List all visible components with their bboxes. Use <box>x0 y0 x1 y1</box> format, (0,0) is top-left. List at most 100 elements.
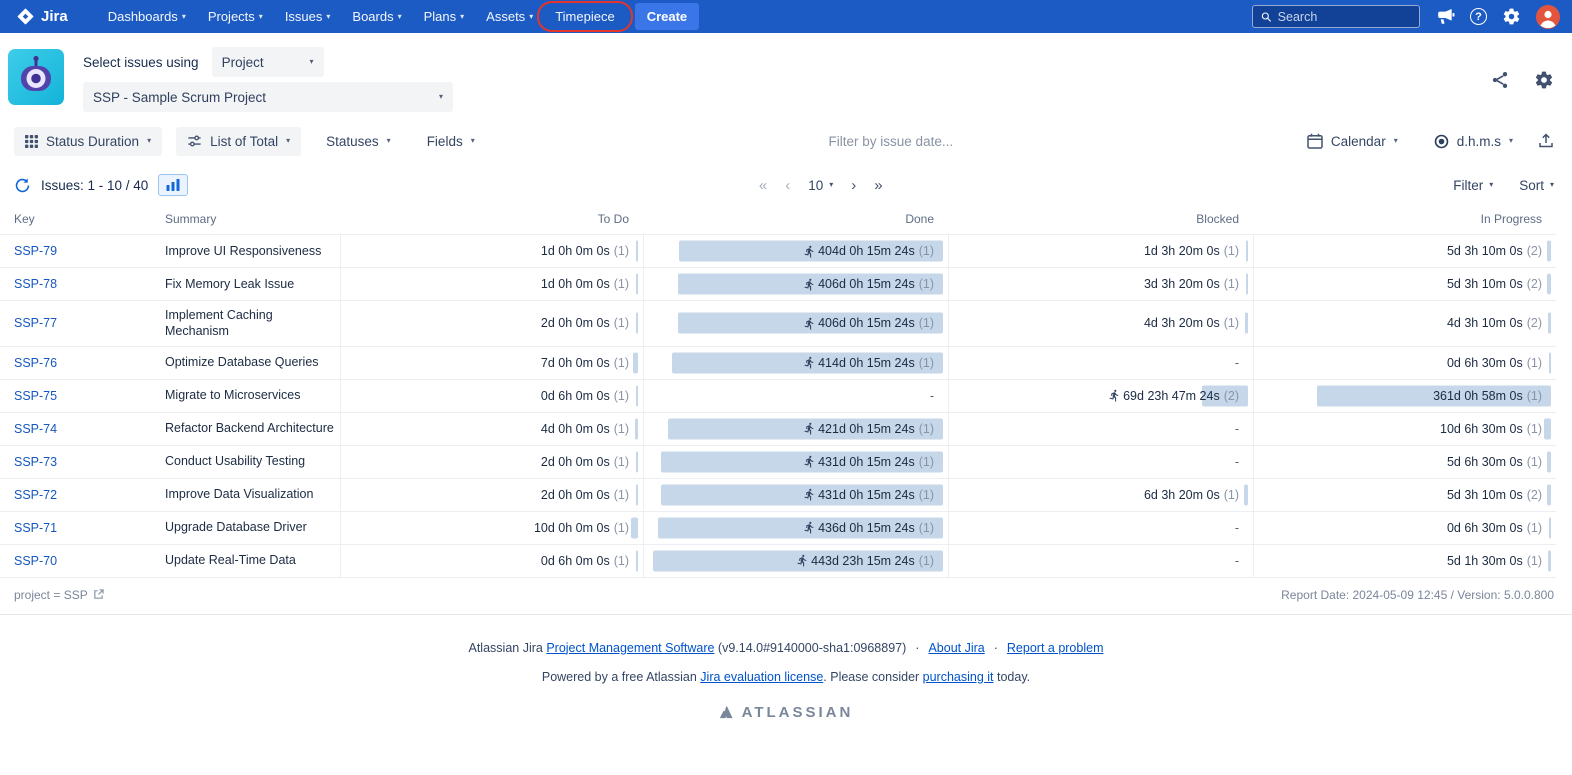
fields-dropdown[interactable]: Fields ▾ <box>416 127 486 156</box>
issue-key-link[interactable]: SSP-72 <box>14 488 57 502</box>
column-header-summary: Summary <box>165 206 340 234</box>
page-size-dropdown[interactable]: 10 ▾ <box>808 178 833 193</box>
duration-bar <box>1245 313 1248 334</box>
chevron-down-icon: ▾ <box>1489 181 1493 189</box>
external-link-icon[interactable] <box>93 589 104 600</box>
settings-button[interactable] <box>1502 7 1521 26</box>
todo-duration-cell: 1d 0h 0m 0s(1) <box>340 268 643 300</box>
report-type-dropdown[interactable]: Status Duration ▾ <box>14 127 162 156</box>
issue-key-link[interactable]: SSP-74 <box>14 422 57 436</box>
issue-count: (2) <box>1224 389 1239 403</box>
nav-item-plans[interactable]: Plans▾ <box>414 4 475 29</box>
duration-text: 4d 3h 10m 0s(2) <box>1447 316 1542 330</box>
search-input[interactable] <box>1278 10 1411 24</box>
duration-bar <box>1548 313 1551 334</box>
announcements-button[interactable] <box>1435 8 1455 25</box>
issue-summary: Improve UI Responsiveness <box>165 235 340 267</box>
blocked-duration-cell: 3d 3h 20m 0s(1) <box>948 268 1253 300</box>
runner-icon <box>803 455 816 468</box>
issue-count: (1) <box>614 455 629 469</box>
chevron-down-icon: ▾ <box>398 13 402 21</box>
duration-text: 0d 6h 30m 0s(1) <box>1447 356 1542 370</box>
issue-key-link[interactable]: SSP-78 <box>14 277 57 291</box>
duration-text: 3d 3h 20m 0s(1) <box>1144 277 1239 291</box>
issue-summary: Improve Data Visualization <box>165 479 340 511</box>
global-search[interactable] <box>1252 5 1420 28</box>
chevron-down-icon: ▾ <box>829 181 833 189</box>
todo-duration-cell: 1d 0h 0m 0s(1) <box>340 235 643 267</box>
filter-dropdown[interactable]: Filter ▾ <box>1453 178 1493 193</box>
nav-item-issues[interactable]: Issues▾ <box>275 4 341 29</box>
purchase-link[interactable]: purchasing it <box>923 670 994 684</box>
column-header-done: Done <box>643 206 948 234</box>
nav-item-boards[interactable]: Boards▾ <box>342 4 411 29</box>
duration-bar <box>1547 241 1551 262</box>
issue-count: (1) <box>919 422 934 436</box>
duration-text: 1d 0h 0m 0s(1) <box>541 244 629 258</box>
report-problem-link[interactable]: Report a problem <box>1007 641 1104 655</box>
runner-icon <box>803 245 816 258</box>
issue-key-link[interactable]: SSP-71 <box>14 521 57 535</box>
blocked-duration-cell: - <box>948 512 1253 544</box>
empty-duration: - <box>1235 554 1239 568</box>
user-avatar[interactable] <box>1536 5 1560 29</box>
duration-text: 0d 6h 0m 0s(1) <box>541 554 629 568</box>
next-page-button[interactable]: › <box>851 178 856 193</box>
sort-dropdown[interactable]: Sort ▾ <box>1519 178 1554 193</box>
duration-text: 5d 1h 30m 0s(1) <box>1447 554 1542 568</box>
top-navigation: Jira Dashboards▾ Projects▾ Issues▾ Board… <box>0 0 1572 33</box>
nav-item-dashboards[interactable]: Dashboards▾ <box>98 4 196 29</box>
duration-bar <box>1544 418 1551 439</box>
duration-format-dropdown[interactable]: d.h.m.s ▾ <box>1423 127 1524 156</box>
create-button[interactable]: Create <box>635 3 699 30</box>
issue-count: (2) <box>1527 277 1542 291</box>
search-icon <box>1261 11 1272 23</box>
issue-count: (1) <box>614 554 629 568</box>
refresh-button[interactable] <box>14 177 31 194</box>
nav-item-assets[interactable]: Assets▾ <box>476 4 543 29</box>
duration-text: 2d 0h 0m 0s(1) <box>541 455 629 469</box>
list-mode-dropdown[interactable]: List of Total ▾ <box>176 127 301 156</box>
issue-key-link[interactable]: SSP-73 <box>14 455 57 469</box>
last-page-button[interactable]: » <box>874 178 882 193</box>
issue-key-link[interactable]: SSP-70 <box>14 554 57 568</box>
license-link[interactable]: Jira evaluation license <box>700 670 823 684</box>
issue-count: (2) <box>1527 316 1542 330</box>
project-dropdown[interactable]: SSP - Sample Scrum Project ▾ <box>83 82 453 112</box>
issue-key-link[interactable]: SSP-79 <box>14 244 57 258</box>
chevron-down-icon: ▾ <box>147 137 151 145</box>
issue-key-link[interactable]: SSP-77 <box>14 316 57 330</box>
jira-logo[interactable]: Jira <box>16 7 68 26</box>
first-page-button[interactable]: « <box>759 178 767 193</box>
export-button[interactable] <box>1538 133 1554 149</box>
issue-source-dropdown[interactable]: Project ▾ <box>212 47 324 77</box>
share-button[interactable] <box>1490 70 1510 90</box>
nav-item-timepiece[interactable]: Timepiece <box>545 4 624 29</box>
statuses-dropdown[interactable]: Statuses ▾ <box>315 127 402 156</box>
issue-count: (1) <box>1527 389 1542 403</box>
issue-key-link[interactable]: SSP-76 <box>14 356 57 370</box>
about-jira-link[interactable]: About Jira <box>928 641 984 655</box>
duration-text: 406d 0h 15m 24s(1) <box>803 316 934 330</box>
report-settings-button[interactable] <box>1534 70 1554 90</box>
done-duration-cell: 414d 0h 15m 24s(1) <box>643 347 948 379</box>
duration-bar <box>636 313 638 334</box>
issue-date-filter-input[interactable] <box>781 134 1001 149</box>
duration-bar <box>1246 241 1248 262</box>
atlassian-wordmark: ATLASSIAN <box>742 704 854 721</box>
duration-text: 0d 6h 30m 0s(1) <box>1447 521 1542 535</box>
chart-view-button[interactable] <box>158 174 188 196</box>
issue-count: (1) <box>1527 356 1542 370</box>
table-body: SSP-79 Improve UI Responsiveness 1d 0h 0… <box>0 235 1556 578</box>
nav-item-projects[interactable]: Projects▾ <box>198 4 273 29</box>
issue-key-link[interactable]: SSP-75 <box>14 389 57 403</box>
calendar-dropdown[interactable]: Calendar ▾ <box>1296 126 1409 156</box>
todo-duration-cell: 4d 0h 0m 0s(1) <box>340 413 643 445</box>
done-duration-cell: 406d 0h 15m 24s(1) <box>643 301 948 346</box>
pms-link[interactable]: Project Management Software <box>546 641 714 655</box>
duration-text: 1d 0h 0m 0s(1) <box>541 277 629 291</box>
prev-page-button[interactable]: ‹ <box>785 178 790 193</box>
inprogress-duration-cell: 5d 6h 30m 0s(1) <box>1253 446 1556 478</box>
inprogress-duration-cell: 4d 3h 10m 0s(2) <box>1253 301 1556 346</box>
help-button[interactable]: ? <box>1470 8 1487 25</box>
